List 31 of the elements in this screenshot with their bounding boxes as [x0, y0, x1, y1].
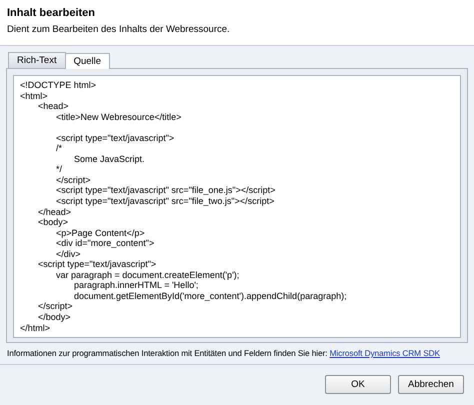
- code-line: </html>: [20, 322, 50, 334]
- dialog-title: Inhalt bearbeiten: [7, 7, 96, 19]
- code-line: </body>: [37, 312, 71, 323]
- code-line: <p>Page Content</p>: [55, 228, 145, 238]
- code-line: <html>: [20, 90, 48, 102]
- code-line: <title>New Webresource</title>: [55, 112, 182, 122]
- code-line: <body>: [37, 217, 68, 228]
- dialog-button[interactable]: Abbrechen: [398, 375, 464, 394]
- code-line: <script type="text/javascript">: [37, 259, 156, 270]
- dialog-description: Dient zum Bearbeiten des Inhalts der Webressource.: [7, 24, 231, 35]
- code-line: </head>: [37, 206, 72, 218]
- code-line: Some JavaScript.: [73, 154, 145, 164]
- sdk-link[interactable]: Microsoft Dynamics CRM SDK: [330, 348, 440, 358]
- code-line: </script>: [55, 174, 91, 186]
- code-line: /*: [55, 143, 62, 154]
- dialog-button[interactable]: OK: [325, 375, 391, 394]
- tab[interactable]: Rich-Text: [8, 52, 66, 68]
- code-line: </script>: [37, 301, 73, 312]
- code-line: <!DOCTYPE html>: [20, 80, 96, 91]
- code-line: </div>: [55, 248, 81, 260]
- code-line: <script type="text/javascript">: [55, 132, 174, 144]
- tab[interactable]: Quelle: [64, 53, 110, 69]
- code-line: var paragraph = document.createElement('p');: [55, 270, 240, 280]
- code-line: document.getElementById('more_content').appendChild(paragraph);: [73, 290, 347, 302]
- code-line: */: [55, 164, 62, 175]
- code-line: <div id="more_content">: [55, 238, 154, 249]
- code-line: <script type="text/javascript" src="file_two.js"></script>: [55, 196, 274, 207]
- code-line: <script type="text/javascript" src="file_one.js"></script>: [55, 185, 276, 196]
- code-line: <head>: [37, 101, 69, 112]
- info-text: Informationen zur programmatischen Interaktion mit Entitäten und Feldern finden Sie hier:: [7, 348, 328, 358]
- code-line: paragraph.innerHTML = 'Hello';: [73, 280, 198, 291]
